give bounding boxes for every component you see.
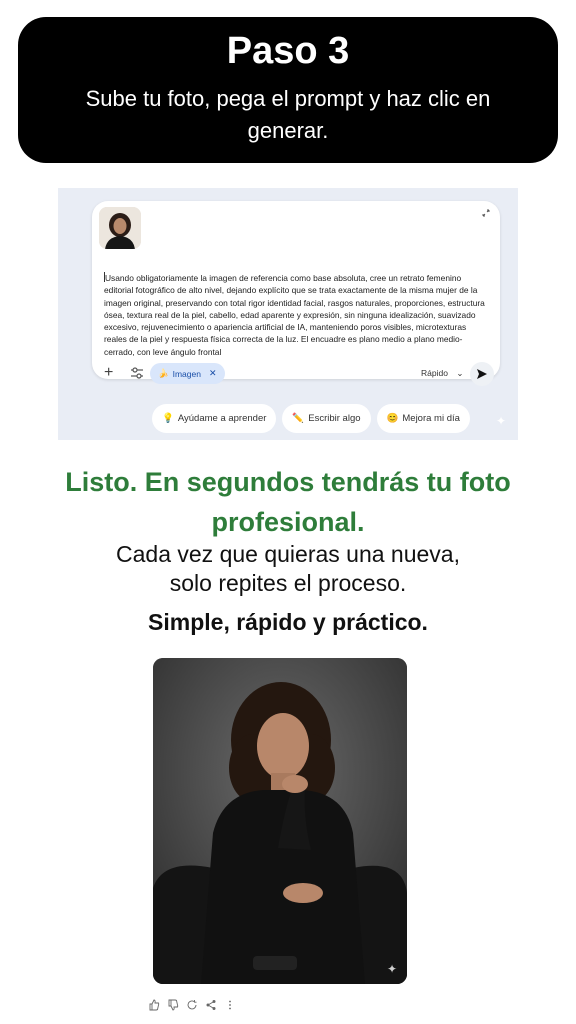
result-line-1: Cada vez que quieras una nueva, (116, 541, 460, 567)
smile-icon: 😊 (386, 413, 399, 424)
thumbs-down-icon[interactable] (167, 999, 179, 1011)
suggestion-label: Mejora mi día (402, 413, 460, 424)
imagen-chip-label: Imagen (172, 368, 201, 379)
uploaded-photo-thumbnail[interactable] (99, 207, 141, 249)
close-icon[interactable]: ✕ (209, 368, 217, 379)
result-description: Cada vez que quieras una nueva, solo rep… (40, 540, 536, 598)
suggestion-chip-write[interactable]: ✏️ Escribir algo (282, 404, 371, 433)
expand-icon[interactable] (482, 209, 490, 219)
suggestion-label: Ayúdame a aprender (177, 413, 267, 424)
mode-label: Rápido (421, 368, 448, 378)
sparkle-icon: ✦ (386, 962, 397, 976)
suggestion-label: Escribir algo (308, 413, 361, 424)
result-headline: Listo. En segundos tendrás tu foto profe… (65, 467, 511, 537)
suggestion-chip-learn[interactable]: 💡 Ayúdame a aprender (152, 404, 277, 433)
result-emphasis: Simple, rápido y práctico. (148, 609, 428, 635)
banana-icon: 🍌 (158, 368, 169, 378)
prompt-input[interactable]: Usando obligatoriamente la imagen de ref… (104, 272, 486, 360)
input-toolbar: + 🍌 Imagen ✕ Rápido ⌄ (92, 360, 500, 388)
generated-portrait-image[interactable]: ✦ (153, 658, 407, 984)
send-icon (477, 369, 487, 379)
suggestion-chip-day[interactable]: 😊 Mejora mi día (376, 404, 470, 433)
pencil-icon: ✏️ (292, 413, 305, 424)
result-line-2: solo repites el proceso. (169, 570, 407, 596)
prompt-card: Usando obligatoriamente la imagen de ref… (92, 201, 500, 379)
regenerate-icon[interactable] (186, 999, 198, 1011)
step-header: Paso 3 Sube tu foto, pega el prompt y ha… (18, 17, 558, 163)
step-subtitle: Sube tu foto, pega el prompt y haz clic … (85, 86, 491, 143)
sparkle-icon: ✦ (495, 414, 506, 428)
chevron-down-icon: ⌄ (456, 368, 464, 378)
thumbs-up-icon[interactable] (148, 999, 160, 1011)
more-vertical-icon[interactable] (224, 999, 236, 1011)
step-title: Paso 3 (226, 30, 350, 72)
mode-selector[interactable]: Rápido ⌄ (421, 368, 463, 379)
suggestion-chips: 💡 Ayúdame a aprender ✏️ Escribir algo 😊 … (152, 404, 470, 433)
lightbulb-icon: 💡 (162, 413, 174, 424)
chat-screenshot: Usando obligatoriamente la imagen de ref… (58, 188, 518, 440)
imagen-tool-chip[interactable]: 🍌 Imagen ✕ (150, 363, 225, 384)
send-button[interactable] (470, 362, 494, 386)
share-icon[interactable] (205, 999, 217, 1011)
add-icon[interactable]: + (104, 360, 113, 386)
feedback-toolbar (148, 999, 236, 1011)
tools-icon[interactable] (130, 366, 144, 380)
